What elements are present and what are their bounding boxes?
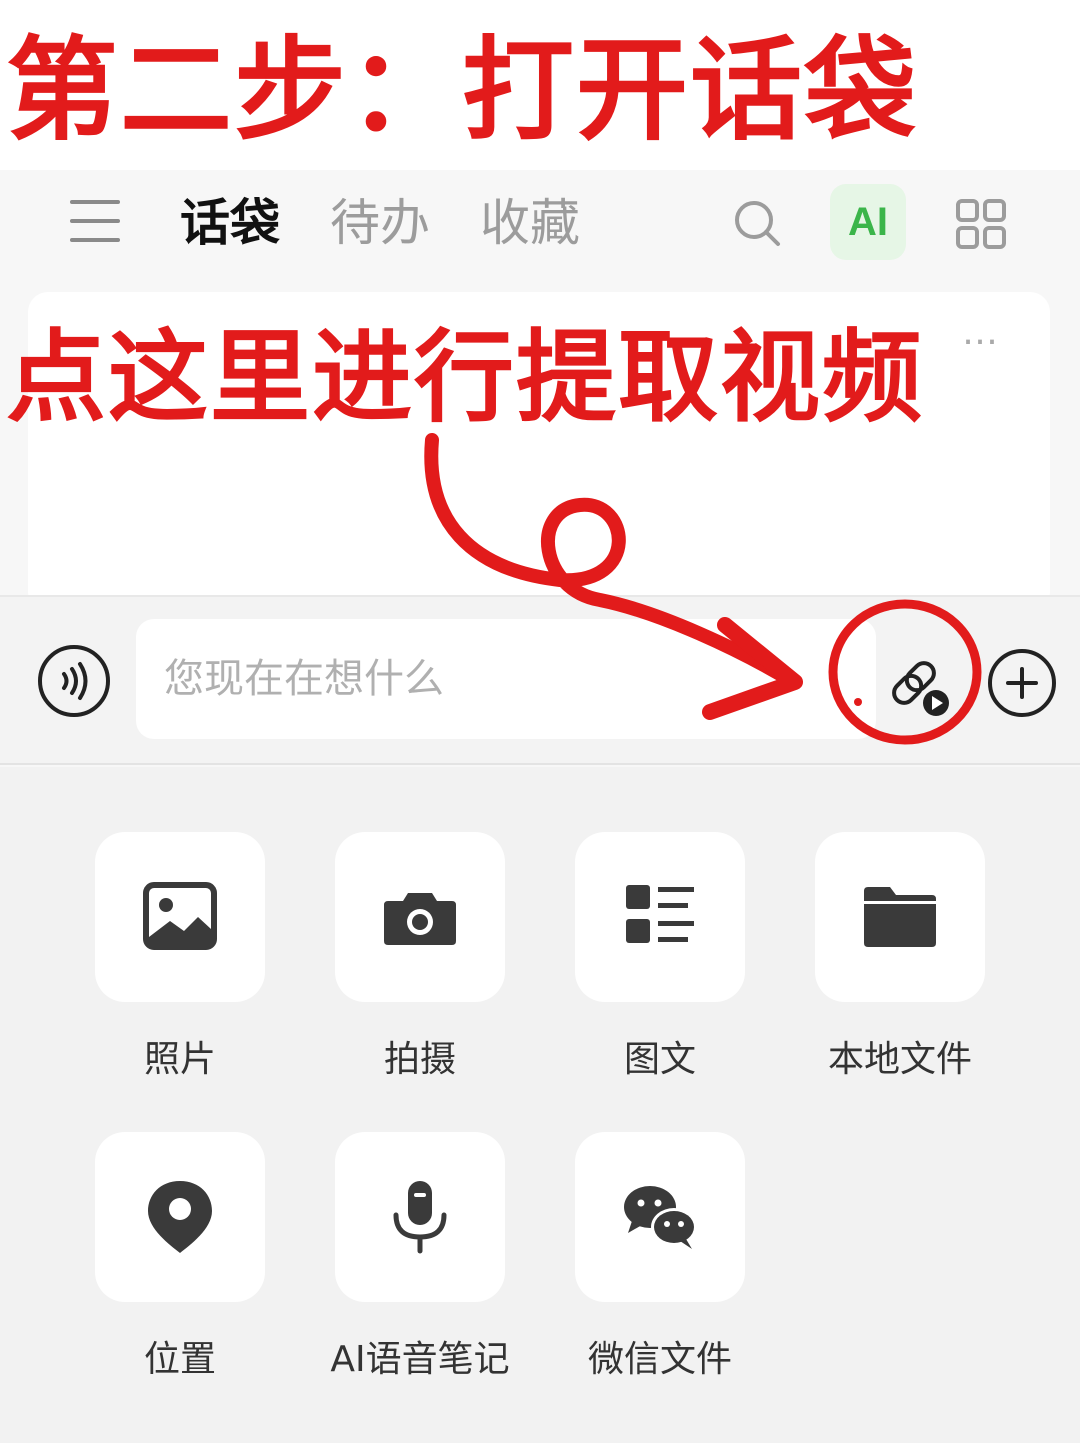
tool-camera[interactable]: 拍摄: [335, 832, 505, 1082]
top-navigation-bar: 话袋 待办 收藏 AI: [0, 170, 1080, 280]
ai-button[interactable]: AI: [830, 184, 906, 260]
tool-label: 照片: [143, 1039, 216, 1080]
tool-location[interactable]: 位置: [95, 1132, 265, 1382]
camera-icon: [384, 893, 456, 945]
input-bar: [0, 595, 1080, 765]
voice-icon[interactable]: [38, 645, 110, 717]
tool-label: 本地文件: [827, 1039, 972, 1080]
search-icon[interactable]: [732, 198, 782, 248]
plus-icon[interactable]: [988, 649, 1056, 717]
tool-wechat-file[interactable]: 微信文件: [575, 1132, 745, 1382]
link-video-icon[interactable]: [876, 641, 960, 725]
instruction-annotation: 点这里进行提取视频: [6, 319, 924, 436]
image-text-icon: [626, 885, 694, 943]
step-title-annotation: 第二步：打开话袋: [6, 26, 918, 156]
folder-icon: [864, 887, 936, 947]
tool-local-file[interactable]: 本地文件: [815, 832, 985, 1082]
tool-label: 微信文件: [587, 1339, 732, 1380]
tool-photo[interactable]: 照片: [95, 832, 265, 1082]
more-icon[interactable]: …: [962, 312, 1000, 353]
hamburger-menu-icon[interactable]: [70, 200, 120, 246]
tool-label: 位置: [143, 1339, 216, 1380]
tool-ai-voice-note[interactable]: AI语音笔记: [330, 1132, 510, 1382]
grid-icon[interactable]: [955, 198, 1007, 250]
tool-grid: 照片 拍摄 图文 本地文件 位置 AI语音笔记 微信文件: [0, 767, 1080, 1443]
photo-icon: [143, 882, 217, 950]
tab-favorites[interactable]: 收藏: [480, 192, 580, 254]
tool-label: AI语音笔记: [330, 1339, 510, 1380]
thought-input[interactable]: [136, 619, 876, 739]
tool-label: 图文: [623, 1039, 696, 1080]
tool-label: 拍摄: [383, 1039, 456, 1080]
microphone-icon: [393, 1181, 447, 1254]
app-screen: 话袋 待办 收藏 AI … 点这里进行提取视频 您现在在想什么 照片 拍摄 图文…: [0, 170, 1080, 1443]
tab-huadai[interactable]: 话袋: [180, 192, 280, 254]
location-pin-icon: [148, 1181, 212, 1253]
tab-todo[interactable]: 待办: [330, 192, 430, 254]
wechat-icon: [624, 1186, 697, 1249]
tool-image-text[interactable]: 图文: [575, 832, 745, 1082]
